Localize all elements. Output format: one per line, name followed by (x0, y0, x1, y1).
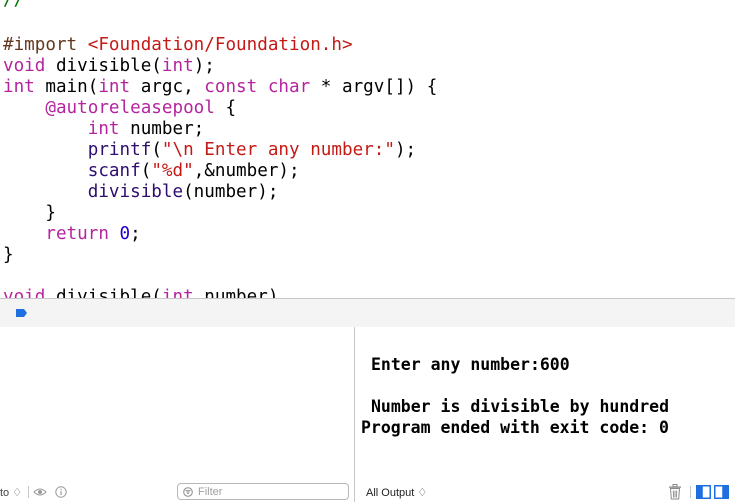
string-literal: "%d" (151, 161, 194, 181)
console-toolbar: All Output ♢ (355, 482, 735, 502)
code-line-13: } (3, 245, 14, 266)
code-text: * argv[]) { (310, 77, 438, 97)
filter-input[interactable] (198, 484, 343, 499)
trash-icon[interactable] (668, 484, 682, 500)
code-text: divisible( (45, 56, 162, 76)
console-line: Number is divisible by hundred (371, 397, 670, 416)
code-text: ; (130, 224, 141, 244)
code-line-15: void divisible(int number) (3, 287, 278, 298)
code-text: ); (193, 56, 215, 76)
console-output[interactable]: Enter any number:600 Number is divisible… (355, 327, 735, 482)
code-line-8: printf("\n Enter any number:"); (3, 140, 416, 161)
eye-icon[interactable] (33, 487, 47, 497)
code-text: ( (151, 140, 162, 160)
code-text: argc, (130, 77, 205, 97)
code-text: { (214, 98, 237, 118)
console-line: Enter any number:600 (371, 355, 570, 374)
variables-toolbar: to ♢ (0, 482, 354, 502)
filter-icon (183, 487, 193, 497)
keyword: int (161, 56, 194, 76)
code-text: ,&number); (193, 161, 300, 181)
code-line-6: @autoreleasepool { (3, 98, 236, 119)
keyword: const (204, 77, 258, 97)
keyword: void (3, 56, 46, 76)
code-line-3: #import <Foundation/Foundation.h> (3, 35, 353, 56)
breakpoint-toggle-icon[interactable] (16, 309, 27, 317)
code-text: } (3, 245, 14, 265)
code-line-12: return 0; (3, 224, 141, 245)
code-text: number) (193, 287, 279, 298)
function-call: scanf (87, 161, 141, 181)
divider (690, 486, 691, 498)
code-text: ( (140, 161, 152, 181)
import-directive: #import (3, 35, 78, 55)
variable-scope-select[interactable]: to ♢ (0, 486, 22, 499)
comment: // (3, 0, 25, 10)
divider (28, 486, 29, 498)
code-text: (number); (183, 182, 279, 202)
code-line-4: void divisible(int); (3, 56, 215, 77)
code-line-11: } (3, 203, 56, 224)
code-text: number; (119, 119, 205, 139)
keyword: int (98, 77, 131, 97)
import-path: <Foundation/Foundation.h> (87, 35, 353, 55)
keyword: return (45, 224, 109, 244)
code-line-10: divisible(number); (3, 182, 279, 203)
split-right-icon[interactable] (714, 485, 729, 499)
number-literal: 0 (119, 224, 131, 244)
code-editor[interactable]: // #import <Foundation/Foundation.h> voi… (0, 0, 735, 298)
code-text: main( (34, 77, 99, 97)
console-line: Program ended with exit code: 0 (361, 418, 669, 437)
split-left-icon[interactable] (696, 485, 711, 499)
info-icon[interactable] (55, 486, 67, 498)
code-line-5: int main(int argc, const char * argv[]) … (3, 77, 437, 98)
output-select[interactable]: All Output ♢ (366, 486, 427, 499)
code-line-9: scanf("%d",&number); (3, 161, 300, 182)
code-text: divisible( (45, 287, 162, 298)
function-call: printf (87, 140, 152, 160)
code-line-1: // (3, 0, 24, 11)
keyword: int (161, 287, 194, 298)
keyword: char (267, 77, 311, 97)
string-literal: "\n Enter any number:" (161, 140, 395, 160)
function-call: divisible (87, 182, 184, 202)
code-text: } (3, 203, 56, 223)
keyword: void (3, 287, 46, 298)
debug-bar (0, 298, 735, 328)
keyword: int (3, 77, 35, 97)
keyword: @autoreleasepool (45, 98, 215, 118)
keyword: int (87, 119, 120, 139)
filter-field[interactable] (177, 483, 349, 500)
code-line-7: int number; (3, 119, 205, 140)
code-text: ); (394, 140, 417, 160)
variables-view[interactable] (0, 327, 354, 502)
